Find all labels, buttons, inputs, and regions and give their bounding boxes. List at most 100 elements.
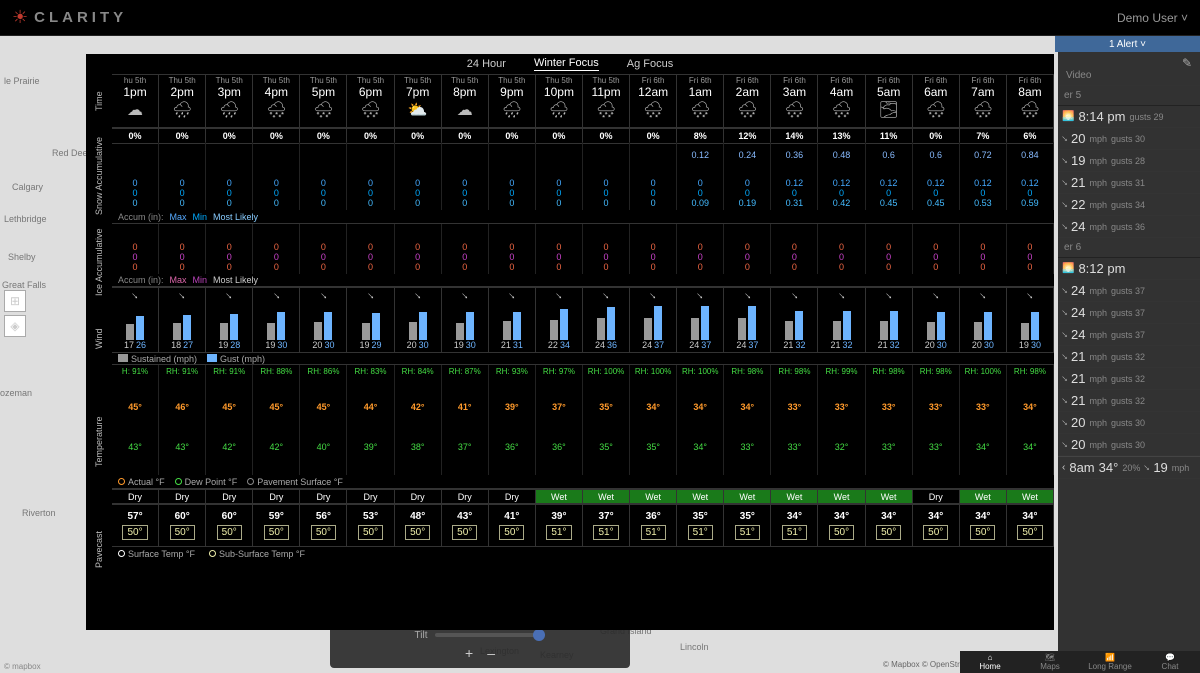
wind-dir-icon: ↑ <box>459 290 471 302</box>
wind-dir-icon: ↑ <box>1059 199 1070 210</box>
weather-icon: 🌨 <box>1020 100 1040 120</box>
wind-cell: ↑ 2436 <box>583 287 630 353</box>
ice-cell: 0 0 0 <box>771 224 818 274</box>
legend-ml: Most Likely <box>213 212 258 222</box>
legend-min: Min <box>193 212 208 222</box>
wind-dir-icon: ↑ <box>1059 285 1070 296</box>
hour-header: Fri 6th12am 🌨 <box>630 74 677 128</box>
temp-cell: 33°33° <box>913 379 960 475</box>
zoom-out[interactable]: – <box>487 645 495 661</box>
nav-home[interactable]: ⌂Home <box>960 651 1020 673</box>
sidebar-wind-row: ↑ 24mph gusts 37 <box>1058 280 1200 302</box>
wind-cell: ↑ 2030 <box>960 287 1007 353</box>
tab-ag-focus[interactable]: Ag Focus <box>627 58 673 70</box>
ice-cell: 0 0 0 <box>866 224 913 274</box>
wind-cell: ↑ 2030 <box>913 287 960 353</box>
sidebar-wind-row: ↑ 21mph gusts 31 <box>1058 172 1200 194</box>
wind-cell: ↑ 2437 <box>630 287 677 353</box>
weather-icon: ☁ <box>457 100 473 120</box>
hour-header: Fri 6th2am 🌨 <box>724 74 771 128</box>
temp-cell: 35°35° <box>583 379 630 475</box>
legend-pave-temp: Pavement Surface °F <box>257 477 343 487</box>
map-city: Shelby <box>8 252 36 262</box>
hour-header: Fri 6th8am 🌨 <box>1007 74 1054 128</box>
hour-header: Thu 5th8pm ☁ <box>442 74 489 128</box>
wind-dir-icon: ↑ <box>930 290 942 302</box>
wind-cell: ↑ 1930 <box>253 287 300 353</box>
rh-cell: RH: 93% <box>489 365 536 379</box>
map-city: Calgary <box>12 182 43 192</box>
rh-cell: RH: 97% <box>536 365 583 379</box>
temp-cell: 33°33° <box>771 379 818 475</box>
legend-max: Max <box>170 212 187 222</box>
map-city: Great Falls <box>2 280 46 290</box>
tab-winter-focus[interactable]: Winter Focus <box>534 57 599 71</box>
wind-cell: ↑ 2132 <box>818 287 865 353</box>
weather-icon: 🌨 <box>973 100 993 120</box>
pave-cell: 34°50° <box>866 503 913 547</box>
sidebar-foot-temp: 34° <box>1099 460 1119 475</box>
wind-cell: ↑ 2132 <box>866 287 913 353</box>
sidebar-wind-row: ↑ 24mph gusts 37 <box>1058 302 1200 324</box>
hour-header: Fri 6th6am 🌨 <box>913 74 960 128</box>
wind-dir-icon: ↑ <box>176 290 188 302</box>
snow-cell: 0 0 0 <box>206 142 253 210</box>
rh-cell: RH: 91% <box>159 365 206 379</box>
sun-icon: ☀ <box>12 7 28 28</box>
wind-dir-icon: ↑ <box>1059 307 1070 318</box>
pave-cell: 43°50° <box>442 503 489 547</box>
nav-maps[interactable]: 🗺Maps <box>1020 651 1080 673</box>
wind-dir-icon: ↑ <box>506 290 518 302</box>
alert-banner[interactable]: 1 Alert ˅ <box>1055 36 1200 52</box>
zoom-in[interactable]: + <box>465 645 473 661</box>
pave-cell: 37°51° <box>583 503 630 547</box>
wind-cell: ↑ 2030 <box>395 287 442 353</box>
legend-dew: Dew Point °F <box>185 477 238 487</box>
ice-cell: 0 0 0 <box>112 224 159 274</box>
sunset-time: 8:14 pm <box>1078 109 1125 124</box>
wind-dir-icon: ↑ <box>788 290 800 302</box>
wind-dir-icon: ↑ <box>317 290 329 302</box>
legend-gust: Gust (mph) <box>220 354 265 364</box>
pave-cell: 60°50° <box>206 503 253 547</box>
map-tool-2[interactable]: ◈ <box>4 315 26 337</box>
hour-header: Fri 6th5am 🌫 <box>866 74 913 128</box>
weather-icon: 🌧 <box>549 100 569 120</box>
ice-cell: 0 0 0 <box>253 224 300 274</box>
legend-iml: Most Likely <box>213 275 258 285</box>
hour-header: Thu 5th3pm 🌧 <box>206 74 253 128</box>
hour-header: Thu 5th6pm 🌨 <box>347 74 394 128</box>
rh-cell: RH: 83% <box>347 365 394 379</box>
forecast-panel: 24 Hour Winter Focus Ag Focus Time Snow … <box>86 54 1054 630</box>
edit-icon[interactable]: ✎ <box>1182 56 1192 70</box>
snow-cell: 0.24 0 0 0.19 <box>724 142 771 210</box>
snow-cell: 0 0 0 <box>395 142 442 210</box>
snow-cell: 0.84 0.12 0 0.59 <box>1007 142 1054 210</box>
nav-longrange[interactable]: 📶Long Range <box>1080 651 1140 673</box>
map-tool-1[interactable]: ⊞ <box>4 290 26 312</box>
wind-cell: ↑ 1928 <box>206 287 253 353</box>
pave-cell: 59°50° <box>253 503 300 547</box>
wind-dir-icon: ↑ <box>1059 373 1070 384</box>
wind-dir-icon: ↑ <box>1059 395 1070 406</box>
pave-cell: 34°50° <box>818 503 865 547</box>
wind-cell: ↑ 1930 <box>1007 287 1054 353</box>
user-menu[interactable]: Demo User ˅ <box>1117 11 1188 25</box>
wind-dir-icon: ↑ <box>270 290 282 302</box>
rh-cell: RH: 86% <box>300 365 347 379</box>
tab-24hour[interactable]: 24 Hour <box>467 58 506 70</box>
hour-header: Thu 5th9pm 🌧 <box>489 74 536 128</box>
wind-dir-icon: ↑ <box>1024 290 1036 302</box>
weather-icon: 🌫 <box>878 100 898 120</box>
ice-cell: 0 0 0 <box>159 224 206 274</box>
weather-icon: 🌨 <box>831 100 851 120</box>
pave-cell: 35°51° <box>677 503 724 547</box>
tilt-slider[interactable] <box>435 633 545 637</box>
wind-cell: ↑ 2234 <box>536 287 583 353</box>
sidebar-wind-row: ↑ 20mph gusts 30 <box>1058 412 1200 434</box>
video-tab[interactable]: Video <box>1058 70 1200 86</box>
nav-chat[interactable]: 💬Chat <box>1140 651 1200 673</box>
brand-text: CLARITY <box>34 9 127 26</box>
wind-dir-icon: ↑ <box>1059 133 1070 144</box>
temp-cell: 42°38° <box>395 379 442 475</box>
